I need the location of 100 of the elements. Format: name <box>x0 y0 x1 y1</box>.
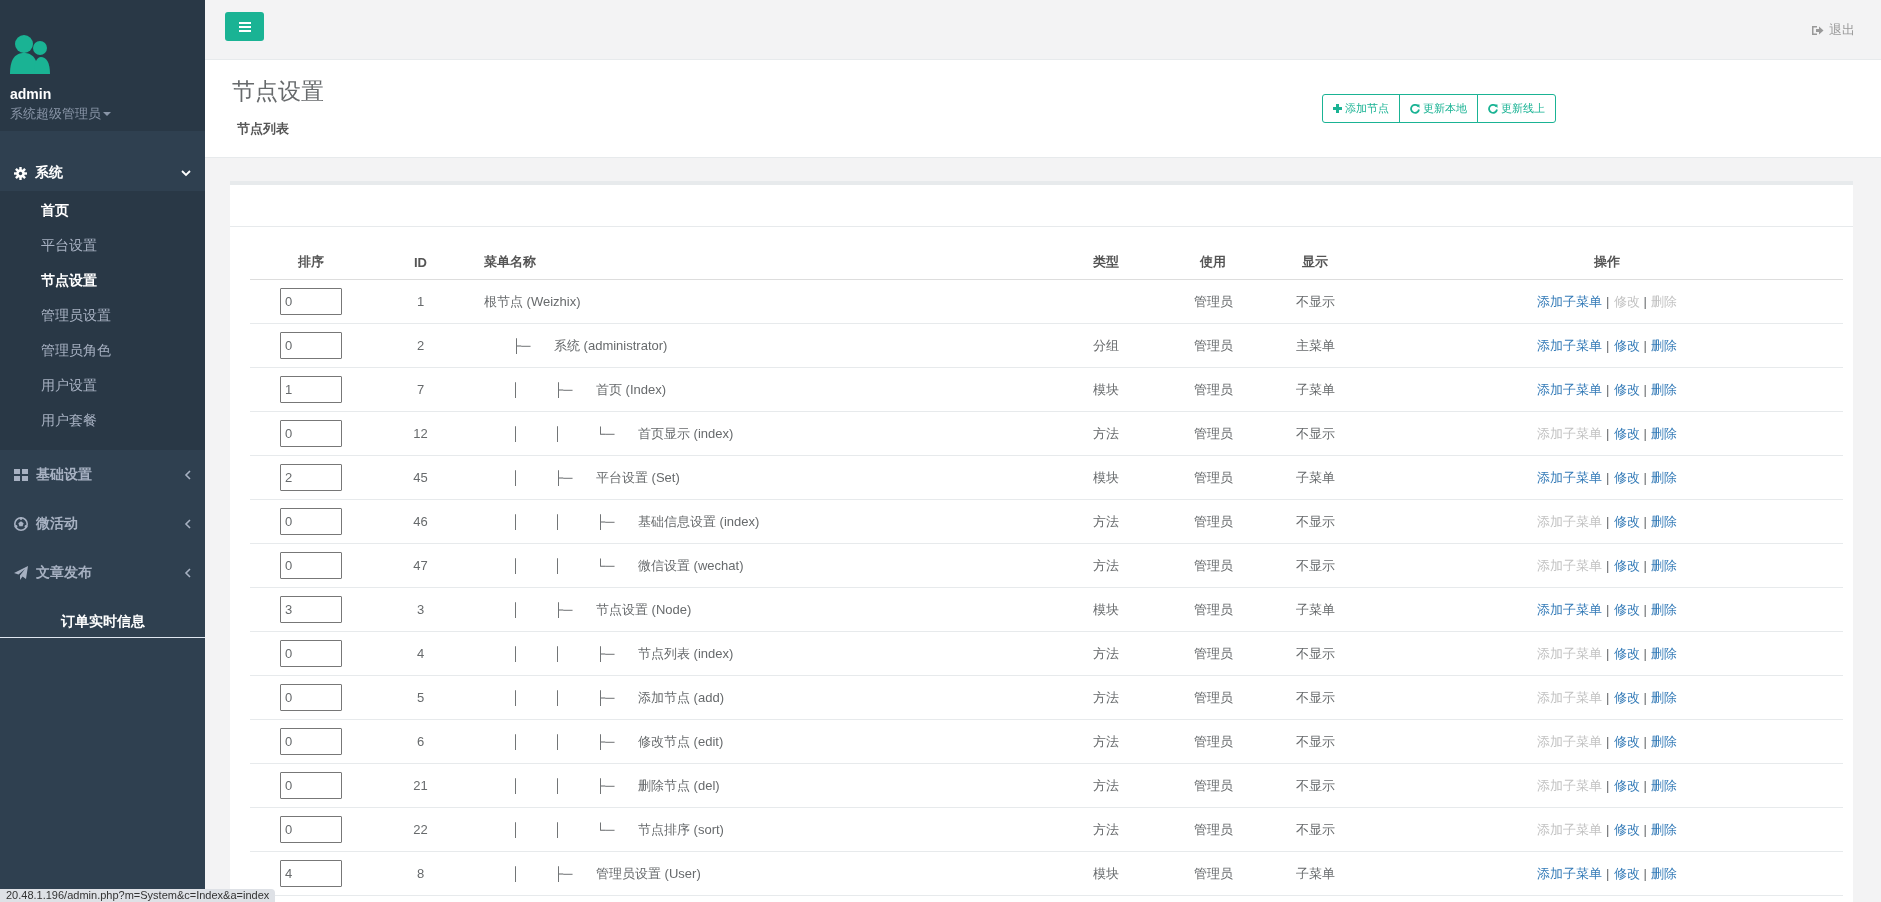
sort-input[interactable]: 0 <box>280 684 342 711</box>
toolbar-button[interactable]: 添加节点 <box>1322 94 1400 123</box>
sort-input[interactable]: 0 <box>280 640 342 667</box>
action-link[interactable]: 删除 <box>1650 821 1677 837</box>
action-link[interactable]: 修改 <box>1613 601 1640 617</box>
sort-input[interactable]: 0 <box>280 728 342 755</box>
table-cell: 分组 <box>1045 323 1167 368</box>
table-cell: 46 <box>372 499 469 544</box>
toolbar-button[interactable]: 更新线上 <box>1477 94 1556 123</box>
action-link[interactable]: 修改 <box>1613 337 1640 353</box>
table-cell: 方法 <box>1045 499 1167 544</box>
action-link[interactable]: 添加子菜单 <box>1537 293 1603 309</box>
column-header: 类型 <box>1045 245 1167 280</box>
menu-button[interactable] <box>225 12 264 41</box>
toolbar-button[interactable]: 更新本地 <box>1399 94 1478 123</box>
sort-input[interactable]: 0 <box>280 508 342 535</box>
action-link[interactable]: 删除 <box>1650 425 1677 441</box>
tree-guide: │ <box>554 690 564 705</box>
sort-input[interactable]: 2 <box>280 464 342 491</box>
submenu-item[interactable]: 用户设置 <box>0 368 205 403</box>
refresh-icon <box>1410 103 1420 114</box>
action-link[interactable]: 修改 <box>1613 777 1640 793</box>
action-link[interactable]: 修改 <box>1613 469 1640 485</box>
sort-input[interactable]: 0 <box>280 288 342 315</box>
submenu-item[interactable]: 平台设置 <box>0 228 205 263</box>
action-link[interactable]: 修改 <box>1613 733 1640 749</box>
action-link[interactable]: 删除 <box>1650 381 1677 397</box>
separator: | <box>1643 293 1647 309</box>
tree-guide: ├─ <box>554 382 574 397</box>
caret-icon[interactable] <box>103 112 111 116</box>
action-link[interactable]: 添加子菜单 <box>1537 337 1603 353</box>
table-cell: 管理员 <box>1167 411 1259 456</box>
table-cell: 8 <box>372 851 469 896</box>
sort-input[interactable]: 0 <box>280 772 342 799</box>
action-link[interactable]: 删除 <box>1650 645 1677 661</box>
sort-input[interactable]: 0 <box>280 552 342 579</box>
nav-item[interactable]: 系统 <box>0 153 205 193</box>
paper-plane-icon <box>14 565 28 580</box>
table-cell: 方法 <box>1045 807 1167 852</box>
action-link[interactable]: 删除 <box>1650 777 1677 793</box>
nav-item[interactable]: 订单实时信息 <box>0 601 205 638</box>
user-role[interactable]: 系统超级管理员 <box>10 105 101 123</box>
action-link[interactable]: 修改 <box>1613 425 1640 441</box>
action-link[interactable]: 修改 <box>1613 513 1640 529</box>
sort-input[interactable]: 0 <box>280 420 342 447</box>
sort-input[interactable]: 4 <box>280 860 342 887</box>
separator: | <box>1606 865 1610 881</box>
action-link[interactable]: 删除 <box>1650 557 1677 573</box>
table-cell: 22 <box>372 807 469 852</box>
tree-guide: │ <box>554 734 564 749</box>
breadcrumb: 节点列表 <box>236 120 290 138</box>
nav-item[interactable]: 微活动 <box>0 499 205 548</box>
submenu-item[interactable]: 节点设置 <box>0 263 205 298</box>
action-link[interactable]: 删除 <box>1650 337 1677 353</box>
chevron-down-icon <box>181 169 191 177</box>
action-link[interactable]: 修改 <box>1613 865 1640 881</box>
separator: | <box>1643 821 1647 837</box>
table-cell: 不显示 <box>1259 631 1371 676</box>
action-link[interactable]: 删除 <box>1650 865 1677 881</box>
table-cell: 管理员 <box>1167 279 1259 324</box>
action-link[interactable]: 添加子菜单 <box>1537 381 1603 397</box>
submenu-item[interactable]: 管理员设置 <box>0 298 205 333</box>
tree-guide: │ <box>554 426 564 441</box>
separator: | <box>1606 293 1610 309</box>
action-link[interactable]: 删除 <box>1650 469 1677 485</box>
logout-link[interactable]: 退出 <box>1811 21 1855 39</box>
plus-icon <box>1333 104 1342 113</box>
action-link[interactable]: 删除 <box>1650 689 1677 705</box>
sort-input[interactable]: 1 <box>280 376 342 403</box>
submenu-item[interactable]: 首页 <box>0 193 205 228</box>
table-cell: 4 <box>372 631 469 676</box>
action-link[interactable]: 删除 <box>1650 733 1677 749</box>
sort-input[interactable]: 0 <box>280 816 342 843</box>
nav-item[interactable]: 基础设置 <box>0 450 205 499</box>
sort-input[interactable]: 3 <box>280 596 342 623</box>
action-link[interactable]: 修改 <box>1613 645 1640 661</box>
table-cell: 不显示 <box>1259 543 1371 588</box>
action-link[interactable]: 修改 <box>1613 381 1640 397</box>
submenu-item[interactable]: 管理员角色 <box>0 333 205 368</box>
action-link[interactable]: 添加子菜单 <box>1537 601 1603 617</box>
action-link[interactable]: 添加子菜单 <box>1537 865 1603 881</box>
action-link[interactable]: 添加子菜单 <box>1537 469 1603 485</box>
tree-guide: │ <box>512 646 522 661</box>
action-link[interactable]: 修改 <box>1613 557 1640 573</box>
separator: | <box>1643 689 1647 705</box>
table-cell: 不显示 <box>1259 675 1371 720</box>
table-cell: 管理员 <box>1167 587 1259 632</box>
action-link[interactable]: 修改 <box>1613 821 1640 837</box>
nav-item[interactable]: 文章发布 <box>0 548 205 597</box>
table-cell: 子菜单 <box>1259 851 1371 896</box>
table-cell: 管理员 <box>1167 367 1259 412</box>
refresh-icon <box>1488 103 1498 114</box>
sort-input[interactable]: 0 <box>280 332 342 359</box>
action-link[interactable]: 修改 <box>1613 689 1640 705</box>
action-link[interactable]: 删除 <box>1650 601 1677 617</box>
table-cell: 管理员 <box>1167 675 1259 720</box>
tree-guide: ├─ <box>512 338 532 353</box>
action-link[interactable]: 删除 <box>1650 513 1677 529</box>
submenu-item[interactable]: 用户套餐 <box>0 403 205 438</box>
table-cell: 管理员 <box>1167 807 1259 852</box>
